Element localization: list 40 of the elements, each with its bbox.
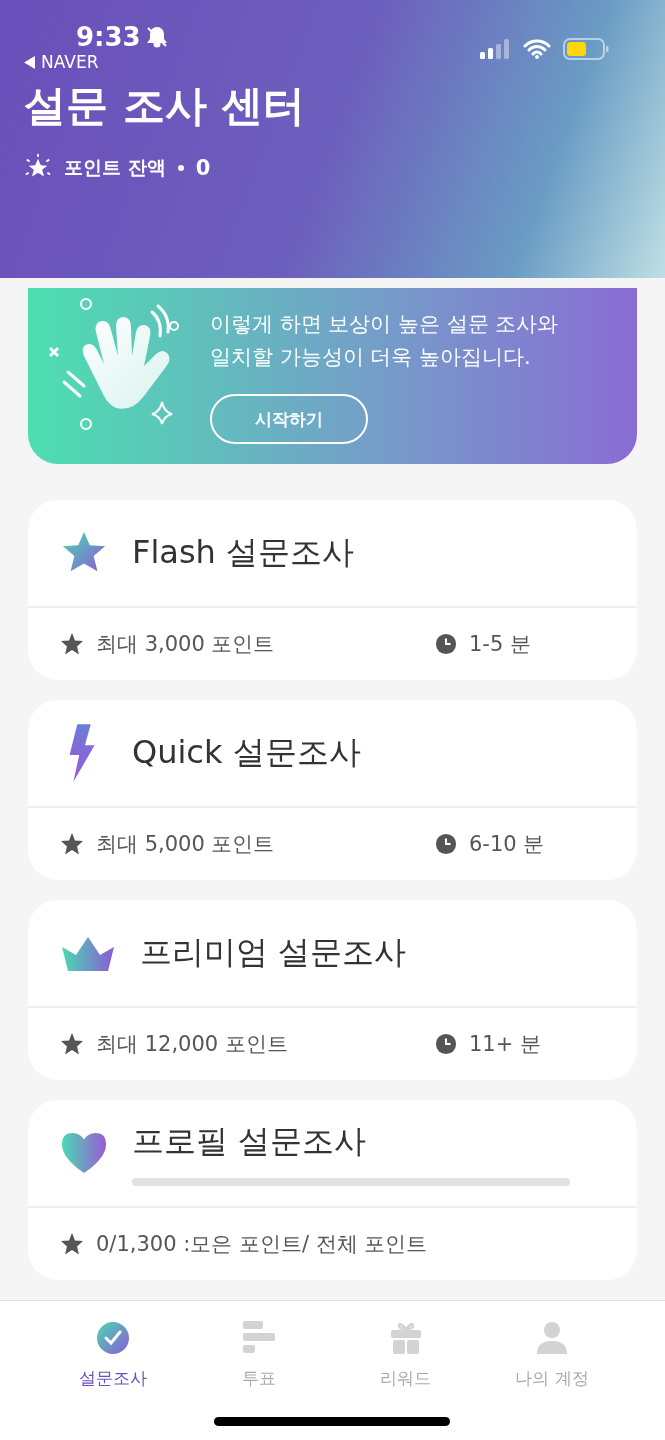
survey-card[interactable]: 프로필 설문조사 0/1,300 :모은 포인트/ 전체 포인트 (28, 1100, 637, 1280)
check-circle-icon (96, 1321, 131, 1355)
status-time: 9:33 (76, 22, 141, 52)
page-title: 설문 조사 센터 (24, 80, 307, 132)
balance-label: 포인트 잔액 (64, 155, 166, 180)
clock-icon (435, 633, 457, 655)
points-text: 최대 12,000 포인트 (96, 1031, 288, 1058)
wifi-icon (523, 39, 551, 59)
clock-icon (435, 833, 457, 855)
muted-bell-icon (144, 25, 169, 49)
survey-card[interactable]: 프리미엄 설문조사 최대 12,000 포인트 11+ 분 (28, 900, 637, 1080)
duration-text: 6-10 분 (469, 831, 545, 858)
star-icon (60, 1032, 84, 1056)
bars-icon (242, 1321, 277, 1355)
person-icon (534, 1321, 569, 1355)
survey-card[interactable]: Flash 설문조사 최대 3,000 포인트 1-5 분 (28, 500, 637, 680)
star-icon (60, 632, 84, 656)
points-text: 최대 3,000 포인트 (96, 631, 275, 658)
nav-tab[interactable]: 설문조사 (48, 1321, 179, 1440)
duration-text: 1-5 분 (469, 631, 531, 658)
back-arrow-icon[interactable] (24, 55, 35, 69)
battery-icon (563, 38, 609, 60)
points-text: 최대 5,000 포인트 (96, 831, 275, 858)
separator-dot (177, 165, 184, 171)
card-title: 프로필 설문조사 (132, 1121, 368, 1162)
card-title: Flash 설문조사 (132, 532, 356, 573)
heart-icon (60, 1131, 108, 1175)
star-icon (60, 832, 84, 856)
gift-icon (388, 1321, 423, 1355)
star-icon (60, 1232, 84, 1256)
back-link[interactable]: NAVER (41, 52, 99, 72)
card-title: 프리미엄 설문조사 (140, 932, 408, 973)
points-text: 0/1,300 :모은 포인트/ 전체 포인트 (96, 1231, 428, 1258)
clock-icon (435, 1033, 457, 1055)
balance-value: 0 (195, 156, 211, 180)
card-title: Quick 설문조사 (132, 732, 362, 773)
survey-card[interactable]: Quick 설문조사 최대 5,000 포인트 6-10 분 (28, 700, 637, 880)
banner-text: 이렇게 하면 보상이 높은 설문 조사와 일치할 가능성이 더욱 높아집니다. (210, 311, 559, 371)
duration-text: 11+ 분 (469, 1031, 541, 1058)
signal-icon (479, 39, 511, 59)
